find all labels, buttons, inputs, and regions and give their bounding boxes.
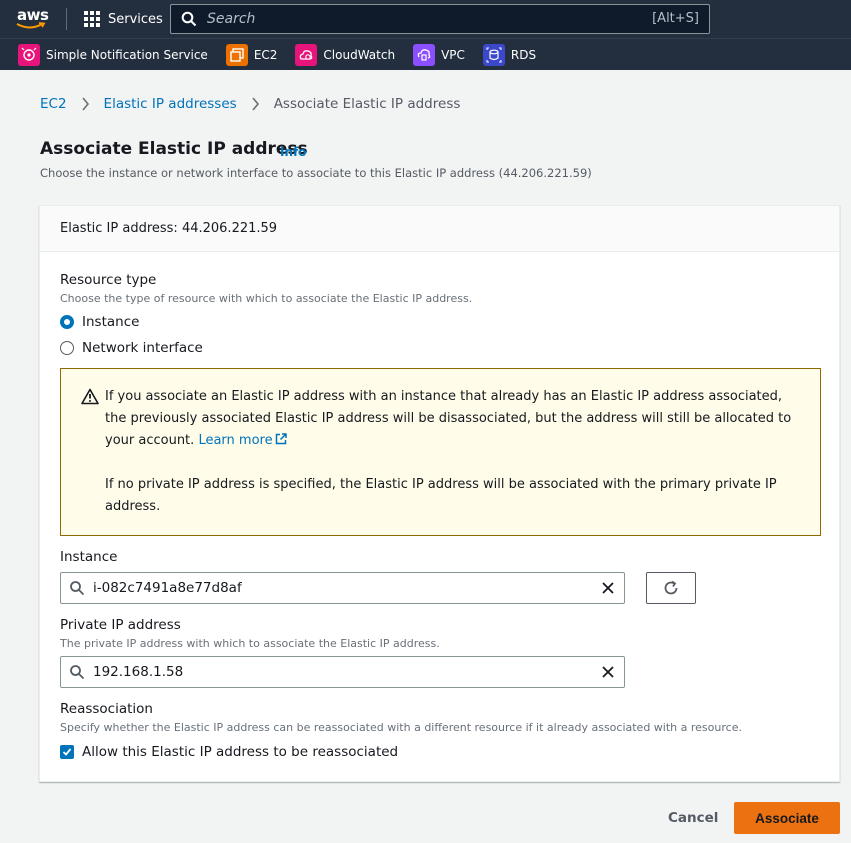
favorite-label: RDS bbox=[510, 47, 537, 62]
cancel-button[interactable]: Cancel bbox=[668, 810, 718, 826]
nav-divider bbox=[66, 8, 67, 30]
checkmark-icon bbox=[62, 748, 72, 756]
rds-icon bbox=[482, 43, 505, 66]
services-grid-icon bbox=[84, 11, 100, 27]
favorite-vpc[interactable]: VPC bbox=[413, 43, 465, 66]
radio-instance[interactable]: Instance bbox=[60, 314, 139, 330]
radio-network-interface[interactable]: Network interface bbox=[60, 340, 203, 356]
reassociation-label: Reassociation bbox=[60, 701, 153, 717]
warning-alert: If you associate an Elastic IP address w… bbox=[60, 368, 821, 536]
favorite-label: EC2 bbox=[253, 47, 278, 62]
radio-label: Instance bbox=[82, 314, 140, 330]
reassociation-description: Specify whether the Elastic IP address c… bbox=[60, 721, 742, 734]
private-ip-label: Private IP address bbox=[60, 617, 181, 633]
resource-type-label: Resource type bbox=[60, 272, 157, 288]
page-description: Choose the instance or network interface… bbox=[40, 166, 592, 180]
aws-logo[interactable]: aws bbox=[16, 6, 50, 32]
favorite-ec2[interactable]: EC2 bbox=[225, 43, 278, 66]
info-link[interactable]: Info bbox=[280, 145, 306, 159]
checkbox-label: Allow this Elastic IP address to be reas… bbox=[82, 744, 399, 760]
associate-button[interactable]: Associate bbox=[734, 802, 840, 834]
radio-button-selected[interactable] bbox=[60, 315, 74, 329]
learn-more-text: Learn more bbox=[198, 433, 273, 448]
resource-type-description: Choose the type of resource with which t… bbox=[60, 292, 473, 305]
services-label: Services bbox=[108, 11, 163, 27]
favorite-label: Simple Notification Service bbox=[46, 47, 208, 62]
external-link-icon bbox=[275, 433, 287, 445]
panel-header: Elastic IP address: 44.206.221.59 bbox=[40, 206, 839, 252]
favorite-cloudwatch[interactable]: CloudWatch bbox=[295, 43, 396, 66]
search-icon bbox=[70, 581, 85, 596]
radio-button[interactable] bbox=[60, 341, 74, 355]
private-ip-description: The private IP address with which to ass… bbox=[60, 637, 440, 650]
services-menu-button[interactable]: Services bbox=[84, 0, 163, 38]
reassociation-checkbox[interactable] bbox=[60, 745, 74, 759]
instance-input[interactable] bbox=[93, 580, 573, 596]
vpc-icon bbox=[413, 43, 436, 66]
breadcrumb-elastic-ip-addresses[interactable]: Elastic IP addresses bbox=[104, 96, 237, 112]
breadcrumb: EC2 Elastic IP addresses Associate Elast… bbox=[40, 96, 460, 112]
association-panel: Elastic IP address: 44.206.221.59 Resour… bbox=[39, 205, 840, 782]
refresh-button[interactable] bbox=[646, 572, 696, 604]
instance-label: Instance bbox=[60, 549, 118, 565]
breadcrumb-ec2[interactable]: EC2 bbox=[40, 96, 67, 112]
warning-icon bbox=[81, 388, 99, 405]
reassociation-checkbox-row[interactable]: Allow this Elastic IP address to be reas… bbox=[60, 744, 398, 760]
search-input[interactable] bbox=[207, 11, 627, 27]
alert-text-1: If you associate an Elastic IP address w… bbox=[105, 386, 795, 452]
clear-icon[interactable] bbox=[601, 581, 615, 595]
favorite-rds[interactable]: RDS bbox=[482, 43, 537, 66]
breadcrumb-current: Associate Elastic IP address bbox=[273, 96, 461, 112]
aws-smile-icon bbox=[16, 22, 46, 29]
search-icon bbox=[70, 665, 85, 680]
top-navigation: aws Services [Alt+S] bbox=[0, 0, 851, 38]
page-title: Associate Elastic IP address bbox=[40, 139, 308, 159]
instance-select[interactable] bbox=[60, 572, 625, 604]
search-icon bbox=[181, 11, 197, 27]
clear-icon[interactable] bbox=[601, 665, 615, 679]
cloudwatch-icon bbox=[295, 43, 318, 66]
chevron-right-icon bbox=[81, 97, 89, 111]
radio-label: Network interface bbox=[82, 340, 203, 356]
favorite-label: CloudWatch bbox=[323, 47, 396, 62]
learn-more-link[interactable]: Learn more bbox=[198, 433, 287, 448]
sns-icon bbox=[18, 43, 40, 66]
private-ip-input[interactable] bbox=[93, 664, 573, 680]
refresh-icon bbox=[664, 580, 678, 595]
elastic-ip-heading: Elastic IP address: 44.206.221.59 bbox=[60, 221, 278, 236]
private-ip-select[interactable] bbox=[60, 656, 625, 688]
search-shortcut-hint: [Alt+S] bbox=[652, 11, 699, 26]
global-search[interactable]: [Alt+S] bbox=[170, 4, 710, 34]
favorite-label: VPC bbox=[441, 47, 465, 62]
ec2-icon bbox=[225, 43, 248, 66]
favorite-sns[interactable]: Simple Notification Service bbox=[18, 43, 208, 66]
alert-text-2: If no private IP address is specified, t… bbox=[105, 477, 777, 514]
chevron-right-icon bbox=[252, 97, 259, 111]
favorites-bar: Simple Notification Service EC2 CloudWat… bbox=[0, 38, 851, 70]
